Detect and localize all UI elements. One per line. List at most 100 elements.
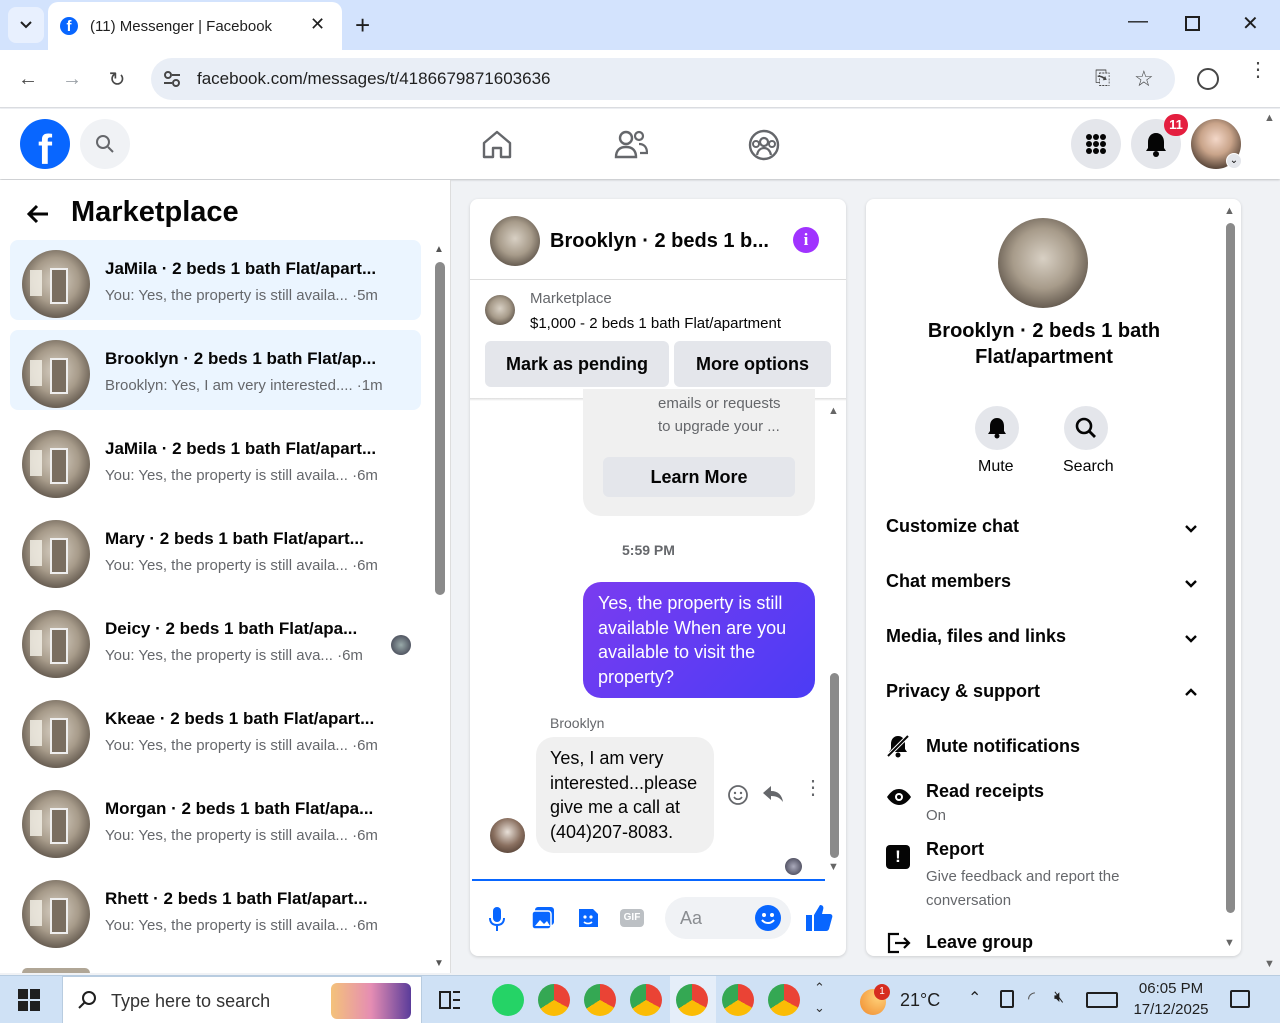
- info-scrollbar-thumb[interactable]: [1226, 223, 1235, 913]
- leave-icon: [886, 931, 912, 960]
- clock-time[interactable]: 06:05 PM: [1136, 980, 1206, 997]
- restore-icon[interactable]: [1185, 16, 1200, 31]
- reply-icon[interactable]: [762, 784, 784, 809]
- chevron-down-icon[interactable]: [1184, 577, 1198, 591]
- home-icon[interactable]: [481, 129, 513, 164]
- profile-icon[interactable]: [1197, 68, 1219, 90]
- scroll-up-icon[interactable]: ▲: [1224, 205, 1235, 217]
- scroll-up-icon[interactable]: ▲: [434, 244, 444, 255]
- conversation-snippet: You: Yes, the property is still ava... ·…: [105, 647, 363, 664]
- whatsapp-app-icon[interactable]: [492, 984, 524, 1016]
- facebook-logo-icon[interactable]: f: [20, 119, 70, 169]
- reload-icon[interactable]: ↻: [101, 63, 133, 95]
- listing-price[interactable]: $1,000 - 2 beds 1 bath Flat/apartment: [530, 315, 781, 332]
- media-files-section[interactable]: Media, files and links: [886, 626, 1066, 647]
- outgoing-message[interactable]: Yes, the property is still available Whe…: [583, 582, 815, 698]
- chrome-app-icon[interactable]: [538, 984, 570, 1016]
- report-item[interactable]: Report: [926, 839, 984, 860]
- conversation-row[interactable]: Brooklyn · 2 beds 1 bath Flat/ap... Broo…: [10, 330, 421, 410]
- info-icon[interactable]: i: [793, 227, 819, 253]
- conversation-row[interactable]: Mary · 2 beds 1 bath Flat/apart... You: …: [10, 510, 421, 590]
- read-receipts-item[interactable]: Read receipts: [926, 781, 1044, 802]
- message-more-icon[interactable]: ⋮: [803, 778, 823, 798]
- url-bar[interactable]: facebook.com/messages/t/4186679871603636…: [151, 58, 1175, 100]
- minimize-icon[interactable]: —: [1128, 10, 1148, 33]
- emoji-icon[interactable]: [755, 905, 781, 931]
- mute-notifications-item[interactable]: Mute notifications: [926, 736, 1080, 757]
- forward-icon[interactable]: →: [56, 63, 88, 95]
- weather-temperature[interactable]: 21°C: [900, 990, 940, 1011]
- windows-start-icon[interactable]: [18, 989, 40, 1016]
- page-scroll-up-icon[interactable]: ▲: [1264, 112, 1275, 124]
- left-scrollbar-thumb[interactable]: [435, 262, 445, 595]
- menu-kebab-icon[interactable]: ⋮: [1248, 60, 1268, 80]
- close-window-icon[interactable]: ✕: [1242, 11, 1259, 36]
- back-icon[interactable]: ←: [12, 63, 44, 95]
- search-button[interactable]: [80, 119, 130, 169]
- photo-icon[interactable]: [531, 906, 555, 935]
- show-hidden-icons[interactable]: ⌃: [968, 988, 981, 1008]
- back-arrow-icon[interactable]: [24, 200, 52, 235]
- chevron-down-icon[interactable]: [1184, 522, 1198, 536]
- scroll-down-icon[interactable]: ▼: [1224, 937, 1235, 949]
- message-input[interactable]: Aa: [665, 897, 791, 939]
- gif-icon[interactable]: GIF: [620, 909, 644, 927]
- like-thumb-icon[interactable]: [804, 903, 834, 938]
- chrome-app-icon[interactable]: [768, 984, 800, 1016]
- chrome-app-icon[interactable]: [584, 984, 616, 1016]
- search-conversation-button[interactable]: [1064, 406, 1108, 450]
- browser-tab[interactable]: f (11) Messenger | Facebook ✕: [48, 2, 342, 50]
- conversation-row[interactable]: Rhett · 2 beds 1 bath Flat/apart... You:…: [10, 870, 421, 950]
- new-tab-icon[interactable]: +: [355, 10, 370, 41]
- privacy-support-section[interactable]: Privacy & support: [886, 681, 1040, 702]
- chat-title[interactable]: Brooklyn · 2 beds 1 b...: [550, 230, 769, 253]
- site-settings-icon[interactable]: [163, 70, 181, 88]
- task-view-icon[interactable]: [438, 988, 462, 1017]
- microphone-icon[interactable]: [489, 906, 505, 937]
- conversation-row[interactable]: Kkeae · 2 beds 1 bath Flat/apart... You:…: [10, 690, 421, 770]
- chevron-up-icon[interactable]: [1184, 685, 1198, 699]
- scroll-down-icon[interactable]: ▼: [828, 861, 839, 873]
- mute-button[interactable]: [975, 406, 1019, 450]
- conversation-row[interactable]: Morgan · 2 beds 1 bath Flat/apa... You: …: [10, 780, 421, 860]
- more-options-button[interactable]: More options: [674, 341, 831, 387]
- bookmark-star-icon[interactable]: ☆: [1134, 66, 1154, 92]
- conversation-row[interactable]: JaMila · 2 beds 1 bath Flat/apart... You…: [10, 240, 421, 320]
- taskbar-search-box[interactable]: Type here to search: [62, 976, 422, 1023]
- scroll-up-icon[interactable]: ▲: [828, 405, 839, 417]
- customize-chat-section[interactable]: Customize chat: [886, 516, 1019, 537]
- leave-group-item[interactable]: Leave group: [926, 932, 1033, 953]
- chrome-app-icon[interactable]: [722, 984, 754, 1016]
- chevron-down-icon[interactable]: [1184, 632, 1198, 646]
- clock-date[interactable]: 17/12/2025: [1133, 1001, 1209, 1018]
- page-scroll-down-icon[interactable]: ▼: [1264, 958, 1275, 970]
- taskbar-overflow-icon[interactable]: ⌃ ⌄: [814, 978, 825, 1018]
- mark-pending-button[interactable]: Mark as pending: [485, 341, 669, 387]
- conversation-row[interactable]: Deicy · 2 beds 1 bath Flat/apa... You: Y…: [10, 600, 421, 680]
- close-tab-icon[interactable]: ✕: [310, 14, 325, 35]
- incoming-message[interactable]: Yes, I am very interested...please give …: [536, 737, 714, 853]
- chrome-app-icon[interactable]: [676, 984, 708, 1016]
- tab-search-button[interactable]: [8, 7, 44, 43]
- chat-avatar[interactable]: [490, 216, 540, 266]
- sticker-icon[interactable]: [576, 906, 600, 935]
- learn-more-button[interactable]: Learn More: [603, 457, 795, 497]
- speaker-muted-icon[interactable]: 🔇︎: [1054, 989, 1064, 1007]
- react-icon[interactable]: [727, 784, 749, 811]
- install-app-icon[interactable]: ⎘: [1095, 68, 1110, 90]
- scroll-down-icon[interactable]: ▼: [434, 958, 444, 969]
- friends-icon[interactable]: [614, 129, 649, 164]
- notification-center-icon[interactable]: [1230, 990, 1250, 1008]
- chrome-app-icon[interactable]: [630, 984, 662, 1016]
- chat-members-section[interactable]: Chat members: [886, 571, 1011, 592]
- account-chevron-icon[interactable]: ⌄: [1226, 153, 1242, 169]
- keyboard-icon[interactable]: [1086, 992, 1118, 1008]
- conversation-title: Morgan · 2 beds 1 bath Flat/apa...: [105, 799, 374, 818]
- device-icon[interactable]: [1000, 990, 1014, 1008]
- wifi-icon[interactable]: ◜: [1028, 988, 1035, 1009]
- groups-icon[interactable]: [748, 129, 780, 166]
- sender-avatar[interactable]: [490, 818, 525, 853]
- chat-scrollbar-thumb[interactable]: [830, 673, 839, 858]
- conversation-row[interactable]: JaMila · 2 beds 1 bath Flat/apart... You…: [10, 420, 421, 500]
- menu-button[interactable]: [1071, 119, 1121, 169]
